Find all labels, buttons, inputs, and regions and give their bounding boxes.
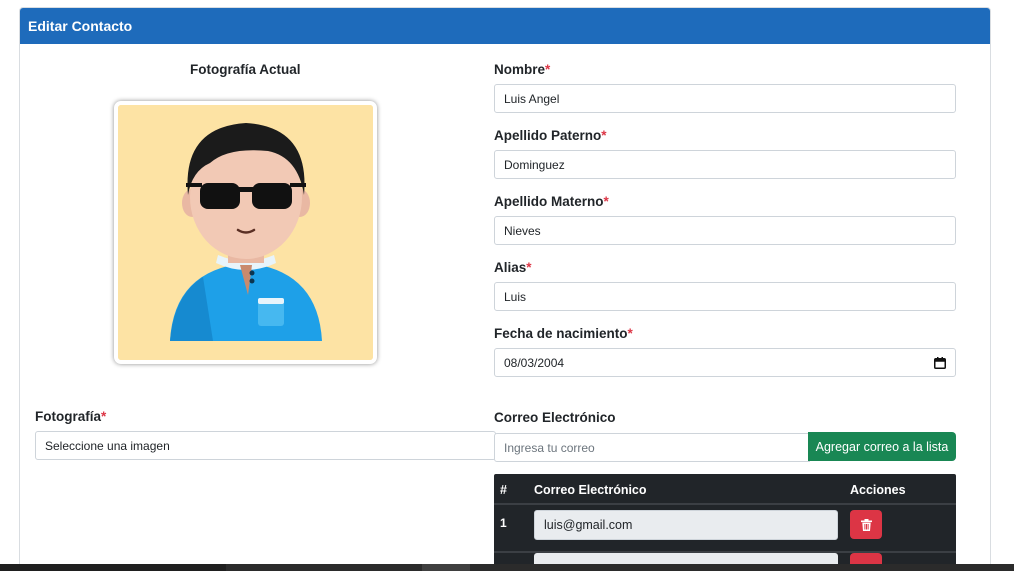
apellido-materno-input[interactable]: Nieves: [494, 216, 956, 245]
current-photo: [114, 101, 377, 364]
required-mark: *: [603, 194, 609, 209]
alias-label-text: Alias: [494, 260, 527, 275]
table-header-email: Correo Electrónico: [534, 483, 647, 497]
apellido-materno-label: Apellido Materno*: [494, 194, 609, 209]
horizontal-scrollbar[interactable]: [0, 564, 1014, 571]
card-header: Editar Contacto: [20, 8, 990, 44]
alias-label: Alias*: [494, 260, 532, 275]
fotografia-label: Fotografía*: [35, 409, 106, 424]
fecha-nacimiento-label: Fecha de nacimiento*: [494, 326, 633, 341]
apellido-paterno-label: Apellido Paterno*: [494, 128, 607, 143]
table-row-email: luis@gmail.com: [544, 518, 633, 532]
fecha-nacimiento-value: 08/03/2004: [504, 355, 565, 370]
delete-email-button[interactable]: [850, 510, 882, 539]
table-header-actions: Acciones: [850, 483, 906, 497]
card-title: Editar Contacto: [28, 18, 133, 34]
apellido-paterno-input[interactable]: Dominguez: [494, 150, 956, 179]
scrollbar-thumb[interactable]: [422, 564, 470, 571]
required-mark: *: [601, 128, 607, 143]
nombre-value: Luis Angel: [504, 91, 560, 106]
avatar-illustration: [118, 105, 373, 360]
nombre-label: Nombre*: [494, 62, 550, 77]
fotografia-value: Seleccione una imagen: [45, 438, 170, 453]
apellido-materno-label-text: Apellido Materno: [494, 194, 604, 209]
table-row-email-input[interactable]: luis@gmail.com: [534, 510, 838, 540]
required-mark: *: [627, 326, 633, 341]
fotografia-label-text: Fotografía: [35, 409, 101, 424]
add-email-button[interactable]: Agregar correo a la lista: [808, 432, 956, 461]
header-divider: [494, 503, 956, 505]
nombre-input[interactable]: Luis Angel: [494, 84, 956, 113]
table-row-num: 1: [500, 516, 507, 530]
alias-input[interactable]: Luis: [494, 282, 956, 311]
calendar-icon[interactable]: [934, 357, 946, 369]
fecha-nacimiento-label-text: Fecha de nacimiento: [494, 326, 628, 341]
table-header-num: #: [500, 483, 507, 497]
email-input[interactable]: Ingresa tu correo: [494, 433, 810, 462]
fotografia-file-input[interactable]: Seleccione una imagen: [35, 431, 496, 460]
apellido-paterno-value: Dominguez: [504, 157, 565, 172]
required-mark: *: [545, 62, 551, 77]
nombre-label-text: Nombre: [494, 62, 546, 77]
apellido-paterno-label-text: Apellido Paterno: [494, 128, 602, 143]
photo-title: Fotografía Actual: [190, 62, 301, 77]
trash-icon: [860, 518, 872, 531]
fecha-nacimiento-input[interactable]: 08/03/2004: [494, 348, 956, 377]
required-mark: *: [526, 260, 532, 275]
email-table: # Correo Electrónico Acciones 1 luis@gma…: [494, 474, 956, 571]
email-placeholder: Ingresa tu correo: [504, 440, 595, 455]
required-mark: *: [101, 409, 107, 424]
alias-value: Luis: [504, 289, 527, 304]
scrollbar-track-segment: [0, 564, 226, 571]
email-section-label: Correo Electrónico: [494, 410, 616, 425]
apellido-materno-value: Nieves: [504, 223, 541, 238]
